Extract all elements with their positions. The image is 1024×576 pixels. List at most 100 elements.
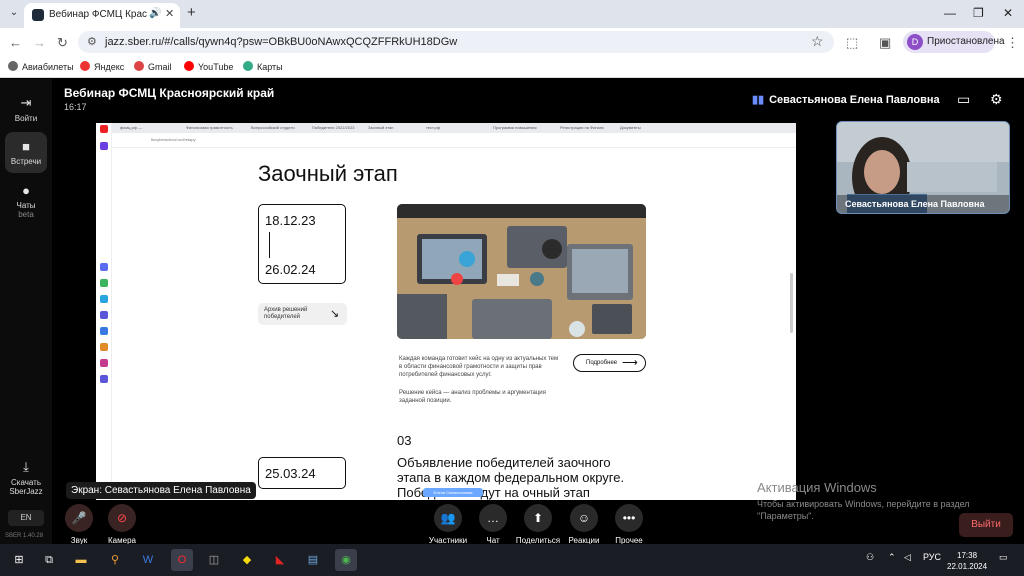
camera-toggle[interactable]: ⊘ Камера (96, 504, 148, 545)
sidebar-item-download[interactable]: ⤓ Скачать SberJazz (0, 459, 52, 496)
search-app-icon[interactable]: ⚲ (104, 549, 126, 571)
volume-icon[interactable]: ◁ (904, 552, 911, 563)
language-indicator[interactable]: РУС (923, 552, 941, 562)
url-text[interactable]: jazz.sber.ru/#/calls/qywn4q?psw=OBkBU0oN… (105, 36, 457, 48)
app-icon (100, 279, 108, 287)
windows-activation-watermark: Активация Windows Чтобы активировать Win… (757, 480, 970, 521)
youtube-icon (184, 61, 194, 71)
archive-button: Архив решений победителей ↘ (258, 303, 347, 325)
shared-screen: фсмц.рф — Финансовая грамотность Всеросс… (96, 123, 796, 500)
tab-search-icon[interactable]: ⌄ (6, 5, 22, 21)
smile-icon: ☺ (570, 504, 598, 532)
forward-icon[interactable]: → (33, 35, 46, 50)
language-switch[interactable]: EN (8, 510, 44, 526)
reload-icon[interactable]: ↻ (57, 35, 68, 51)
instagram-icon (100, 359, 108, 367)
start-windows-icon[interactable]: ⊞ (8, 549, 30, 571)
back-icon[interactable]: ← (9, 35, 22, 50)
bookmarks-bar: Авиабилеты Яндекс Gmail YouTube Карты (0, 56, 1024, 78)
meeting-time: 16:17 (64, 102, 87, 112)
login-icon: ⇥ (20, 95, 32, 110)
shared-tab: Финансовая грамотность (186, 125, 233, 130)
minimize-icon[interactable]: — (944, 6, 956, 20)
download-icon: ⤓ (23, 459, 29, 474)
file-explorer-icon[interactable]: ▬ (70, 549, 92, 571)
opera-icon[interactable]: O (171, 549, 193, 571)
bookmark-gmail[interactable]: Gmail (134, 61, 172, 72)
shared-tab: тест.рф (426, 125, 441, 130)
bookmark-star-icon[interactable]: ☆ (811, 33, 824, 50)
date-range-box: 18.12.23 26.02.24 (258, 204, 346, 284)
speaker-audio-icon[interactable]: 🔊 (149, 8, 161, 19)
share-screen-icon: ⬆ (524, 504, 552, 532)
more-button: Подробнее ⟶ (573, 354, 646, 372)
app-icon (100, 343, 108, 351)
address-bar[interactable]: ⚙ jazz.sber.ru/#/calls/qywn4q?psw=OBkBU0… (78, 31, 834, 53)
date-start: 18.12.23 (265, 213, 316, 228)
system-clock[interactable]: 17:38 22.01.2024 (947, 550, 987, 572)
app-icon[interactable]: ◆ (236, 549, 258, 571)
aria-icon (100, 142, 108, 150)
shared-tab: Всероссийский студенч (251, 125, 295, 130)
description-text-2: Решение кейса — анализ проблемы и аргуме… (399, 390, 546, 404)
shared-tab: фсмц.рф — (120, 125, 143, 130)
description-text: Каждая команда готовит кейс на одну из а… (399, 356, 559, 378)
site-settings-icon[interactable]: ⚙ (87, 35, 97, 48)
result-date-box: 25.03.24 (258, 457, 346, 489)
share-button[interactable]: ⬆ Поделиться (512, 504, 564, 545)
shared-tab: Программа повышения (493, 125, 537, 130)
mic-off-icon: 🎤 (65, 504, 93, 532)
app-sidebar: ⇥ Войти ■ Встречи ● Чаты beta ⤓ Скачать … (0, 79, 52, 544)
step-number: 03 (397, 433, 412, 448)
extensions-icon[interactable]: ⬚ (846, 35, 858, 51)
settings-gear-icon[interactable]: ⚙ (990, 91, 1003, 108)
date-end: 26.02.24 (265, 262, 316, 277)
profile-status: Приостановлена (927, 36, 1005, 47)
save-icon[interactable]: ▤ (302, 549, 324, 571)
kebab-menu-icon[interactable]: ⋮ (1006, 35, 1019, 51)
tab-close-icon[interactable]: ✕ (165, 7, 174, 20)
participant-video[interactable]: Севастьянова Елена Павловна (836, 121, 1010, 214)
sidebar-item-chats[interactable]: ● Чаты beta (0, 183, 52, 219)
chevron-up-icon[interactable]: ⌃ (888, 552, 896, 563)
task-view-icon[interactable]: ⧉ (38, 549, 60, 571)
shared-address-bar: fincyberschool.ru/#/etapy (96, 133, 796, 148)
camera-icon: ■ (22, 139, 30, 154)
telegram-icon (100, 295, 108, 303)
app-version: SBER 1.40.28 (5, 533, 44, 539)
sidebar-item-meetings[interactable]: ■ Встречи (5, 132, 47, 173)
new-tab-icon[interactable]: + (187, 4, 196, 21)
bookmark-yandex[interactable]: Яндекс (80, 61, 124, 72)
bookmark-youtube[interactable]: YouTube (184, 61, 233, 72)
messenger-icon (100, 311, 108, 319)
date-divider (269, 232, 270, 258)
shared-tab: Заочный этап (368, 125, 394, 130)
yandex-icon (80, 61, 90, 71)
avatar: D (907, 34, 923, 50)
opera-icon (100, 125, 108, 133)
shared-url: fincyberschool.ru/#/etapy (151, 137, 196, 142)
window-close-icon[interactable]: ✕ (1003, 6, 1013, 20)
bookmark-maps[interactable]: Карты (243, 61, 283, 72)
signal-bars-icon: ▮▮ (752, 94, 765, 106)
people-tray-icon[interactable]: ⚇ (866, 552, 874, 563)
browser-toolbar: ← → ↻ ⚙ jazz.sber.ru/#/calls/qywn4q?psw=… (0, 28, 1024, 56)
side-panel-icon[interactable]: ▣ (879, 35, 891, 51)
video-participant-name: Севастьянова Елена Павловна (837, 195, 1009, 213)
gmail-icon (134, 61, 144, 71)
profile-button[interactable]: D Приостановлена (903, 31, 1005, 53)
app-icon[interactable]: ◫ (203, 549, 225, 571)
notifications-icon[interactable]: ▭ (999, 552, 1008, 563)
sidebar-item-login[interactable]: ⇥ Войти (0, 95, 52, 123)
layout-icon[interactable]: ▭ (957, 91, 970, 108)
browser-tab-active[interactable]: Вебинар ФСМЦ Красноярский 🔊 ✕ (24, 3, 180, 28)
more-dots-icon: ••• (615, 504, 643, 532)
meeting-title: Вебинар ФСМЦ Красноярский край (64, 86, 275, 100)
chrome-icon[interactable]: ◉ (335, 549, 357, 571)
jazz-favicon-icon (32, 9, 44, 21)
maximize-icon[interactable]: ❐ (973, 6, 984, 20)
more-options-button[interactable]: ••• Прочее (603, 504, 655, 545)
pdf-icon[interactable]: ◣ (269, 549, 291, 571)
bookmark-aviabilety[interactable]: Авиабилеты (8, 61, 74, 72)
word-icon[interactable]: W (137, 549, 159, 571)
